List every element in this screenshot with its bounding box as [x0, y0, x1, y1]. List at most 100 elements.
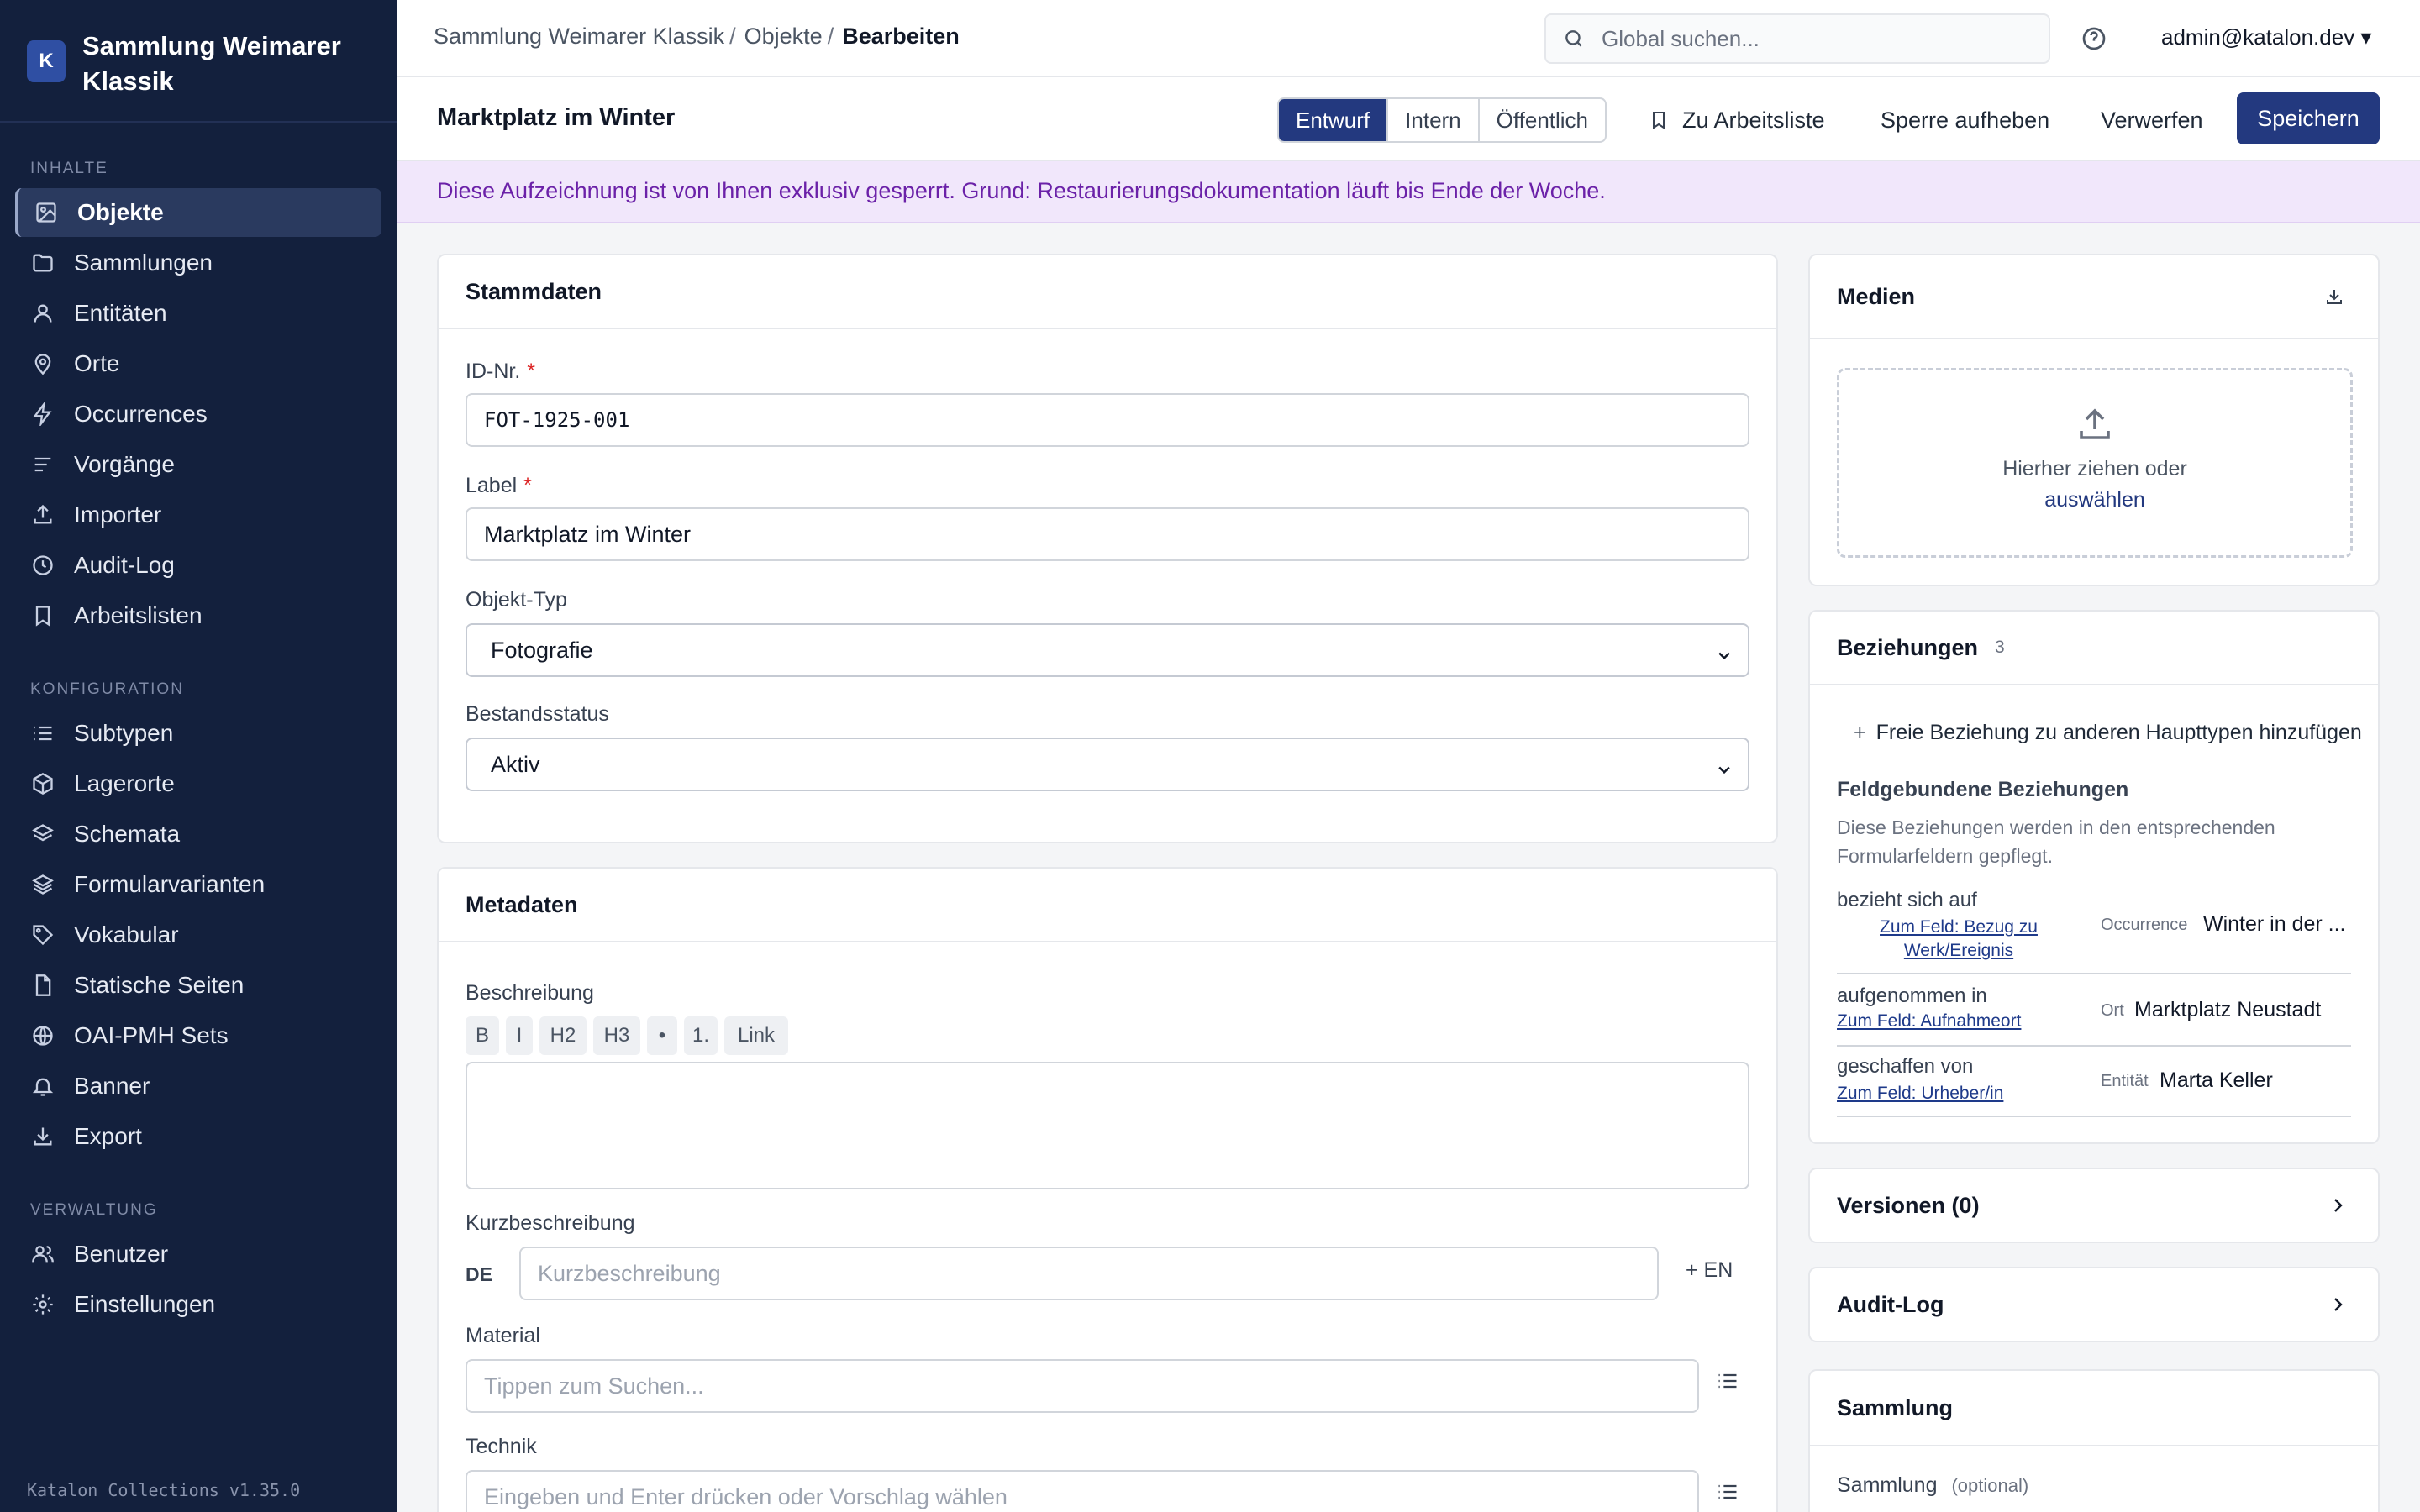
sidebar-item-formularvarianten[interactable]: Formularvarianten — [15, 860, 381, 909]
bound-relations-title: Feldgebundene Beziehungen — [1837, 778, 2129, 801]
optional-hint: (optional) — [1951, 1475, 2029, 1496]
brand[interactable]: K Sammlung Weimarer Klassik — [0, 0, 397, 123]
sidebar-item-occurrences[interactable]: Occurrences — [15, 390, 381, 438]
h2-button[interactable]: H2 — [539, 1016, 587, 1055]
add-to-worklist-label: Zu Arbeitsliste — [1682, 108, 1825, 133]
nav-section-konfiguration: KONFIGURATION — [30, 680, 184, 698]
relation-field-link[interactable]: Zum Feld: Bezug zu Werk/Ereignis — [1860, 916, 2057, 963]
status-option-oeffentlich[interactable]: Öffentlich — [1480, 99, 1605, 141]
app-version: Katalon Collections v1.35.0 — [27, 1480, 301, 1500]
media-dropzone[interactable]: Hierher ziehen oder auswählen — [1837, 368, 2353, 558]
user-menu[interactable]: admin@katalon.dev ▾ — [2161, 24, 2371, 50]
kurz-input[interactable]: Kurzbeschreibung — [519, 1247, 1659, 1300]
versionen-card[interactable]: Versionen (0) — [1808, 1168, 2380, 1243]
sidebar: K Sammlung Weimarer Klassik INHALTE Obje… — [0, 0, 397, 1512]
global-search-input[interactable]: Global suchen... — [1544, 13, 2050, 64]
auditlog-card[interactable]: Audit-Log — [1808, 1267, 2380, 1342]
id-input[interactable]: FOT-1925-001 — [466, 393, 1749, 447]
sidebar-item-sammlungen[interactable]: Sammlungen — [15, 239, 381, 287]
breadcrumb-item[interactable]: Sammlung Weimarer Klassik — [434, 24, 724, 50]
map-pin-icon — [30, 351, 55, 376]
sidebar-item-importer[interactable]: Importer — [15, 491, 381, 539]
relation-field-link[interactable]: Zum Feld: Urheber/in — [1837, 1084, 2003, 1104]
relation-value[interactable]: Winter in der ... — [2203, 912, 2346, 937]
add-to-worklist-button[interactable]: Zu Arbeitsliste — [1649, 97, 1825, 143]
sidebar-item-label: OAI-PMH Sets — [74, 1022, 229, 1048]
sidebar-item-label: Occurrences — [74, 401, 208, 427]
divider — [1837, 1116, 2351, 1117]
sidebar-item-benutzer[interactable]: Benutzer — [15, 1230, 381, 1278]
bullet-list-button[interactable]: • — [647, 1016, 677, 1055]
sidebar-item-export[interactable]: Export — [15, 1112, 381, 1161]
chevron-right-icon — [2334, 1298, 2343, 1311]
dropzone-select-link[interactable]: auswählen — [1839, 488, 2350, 512]
versionen-toggle[interactable]: Versionen (0) — [1810, 1169, 2378, 1242]
sidebar-item-label: Statische Seiten — [74, 972, 245, 998]
upload-icon — [30, 502, 55, 528]
chevron-down-icon — [1716, 758, 1733, 774]
add-language-button[interactable]: + EN — [1686, 1258, 1733, 1283]
sidebar-item-lagerorte[interactable]: Lagerorte — [15, 759, 381, 808]
list-icon[interactable] — [1716, 1369, 1739, 1393]
label-input[interactable]: Marktplatz im Winter — [466, 507, 1749, 561]
versionen-title: Versionen (0) — [1837, 1192, 1980, 1218]
ordered-list-button[interactable]: 1. — [684, 1016, 718, 1055]
status-option-entwurf[interactable]: Entwurf — [1279, 99, 1389, 141]
bound-relations-desc: Diese Beziehungen werden in den entsprec… — [1837, 816, 2275, 867]
sidebar-item-vorgaenge[interactable]: Vorgänge — [15, 440, 381, 489]
sidebar-item-objekte[interactable]: Objekte — [15, 188, 381, 237]
type-select[interactable]: Fotografie — [466, 623, 1749, 677]
breadcrumb-item[interactable]: Objekte — [744, 24, 823, 50]
save-button[interactable]: Speichern — [2237, 92, 2380, 144]
layers-icon — [30, 822, 55, 847]
italic-button[interactable]: I — [506, 1016, 533, 1055]
sidebar-item-auditlog[interactable]: Audit-Log — [15, 541, 381, 590]
user-icon — [30, 301, 55, 326]
bold-button[interactable]: B — [466, 1016, 499, 1055]
sidebar-item-vokabular[interactable]: Vokabular — [15, 911, 381, 959]
sidebar-item-label: Vorgänge — [74, 451, 175, 477]
link-button[interactable]: Link — [724, 1016, 788, 1055]
sidebar-item-entitaeten[interactable]: Entitäten — [15, 289, 381, 338]
sidebar-item-arbeitslisten[interactable]: Arbeitslisten — [15, 591, 381, 640]
layers-icon — [30, 872, 55, 897]
material-input[interactable]: Tippen zum Suchen... — [466, 1359, 1699, 1413]
h3-button[interactable]: H3 — [593, 1016, 640, 1055]
sidebar-item-schemata[interactable]: Schemata — [15, 810, 381, 858]
sidebar-item-banner[interactable]: Banner — [15, 1062, 381, 1110]
help-icon[interactable] — [2081, 25, 2107, 52]
sidebar-item-oai-pmh[interactable]: OAI-PMH Sets — [15, 1011, 381, 1060]
sidebar-item-subtypen[interactable]: Subtypen — [15, 709, 381, 758]
folder-icon — [30, 250, 55, 276]
sammlung-field-label-text: Sammlung — [1837, 1473, 1938, 1497]
file-icon — [30, 973, 55, 998]
relation-field-link[interactable]: Zum Feld: Aufnahmeort — [1837, 1011, 2021, 1032]
beschreibung-editor[interactable] — [466, 1062, 1749, 1189]
sidebar-item-statische-seiten[interactable]: Statische Seiten — [15, 961, 381, 1010]
sidebar-item-label: Importer — [74, 501, 162, 528]
required-mark: * — [523, 474, 532, 497]
sidebar-item-einstellungen[interactable]: Einstellungen — [15, 1280, 381, 1329]
bookmark-icon — [1653, 112, 1665, 129]
status-option-intern[interactable]: Intern — [1388, 99, 1480, 141]
id-label-text: ID-Nr. — [466, 360, 521, 383]
add-free-relation-button[interactable]: + Freie Beziehung zu anderen Haupttypen h… — [1854, 721, 2362, 745]
beziehungen-title: Beziehungen — [1837, 634, 1979, 660]
divider — [1837, 973, 2351, 974]
list-icon — [30, 721, 55, 746]
lightning-icon — [30, 402, 55, 427]
discard-button[interactable]: Verwerfen — [2101, 97, 2203, 143]
material-label: Material — [466, 1324, 540, 1347]
status-select[interactable]: Aktiv — [466, 738, 1749, 791]
auditlog-toggle[interactable]: Audit-Log — [1810, 1268, 2378, 1341]
download-icon[interactable] — [2324, 286, 2344, 307]
publish-status-toggle: Entwurf Intern Öffentlich — [1277, 97, 1607, 143]
box-icon — [30, 771, 55, 796]
technik-input[interactable]: Eingeben und Enter drücken oder Vorschla… — [466, 1470, 1699, 1512]
relation-value[interactable]: Marta Keller — [2160, 1068, 2273, 1093]
relation-value[interactable]: Marktplatz Neustadt — [2134, 998, 2321, 1022]
unlock-button[interactable]: Sperre aufheben — [1881, 97, 2049, 143]
sammlung-title: Sammlung — [1810, 1371, 2378, 1446]
list-icon[interactable] — [1716, 1480, 1739, 1504]
sidebar-item-orte[interactable]: Orte — [15, 339, 381, 388]
